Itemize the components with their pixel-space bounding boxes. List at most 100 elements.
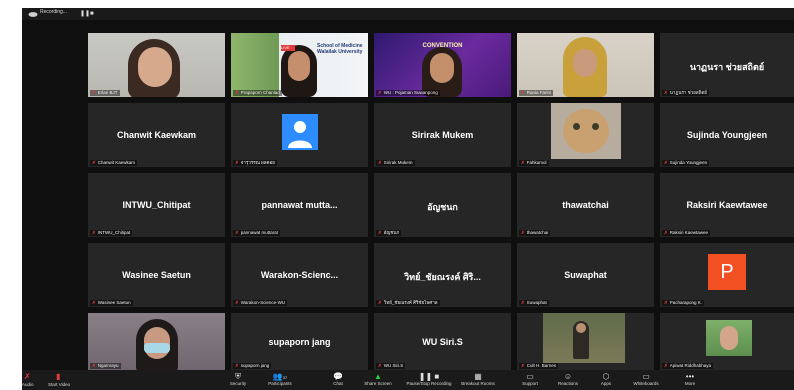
pause-stop-recording-button[interactable]: ❚❚ ■ Pause/Stop Recording <box>404 372 454 387</box>
participant-video: CONVENTION <box>374 33 511 97</box>
participant-name: นาฏนรา ช่วยสถิตย์ <box>689 61 765 72</box>
profile-picture <box>281 114 318 151</box>
video-tile[interactable]: CONVENTION ✗ WU : Pojaman Suwanpong <box>374 33 511 97</box>
participant-tile[interactable]: pannawat mutta... ✗ pannawat muttarat <box>231 173 368 237</box>
chat-button[interactable]: 💬 Chat <box>318 372 358 387</box>
tile-label: ✗ อัญชนก <box>376 230 402 236</box>
participant-video <box>706 320 752 356</box>
mic-muted-icon: ✗ <box>378 160 382 165</box>
mic-muted-icon: ✗ <box>664 363 668 368</box>
whiteboard-icon: ▭ <box>642 372 650 381</box>
mic-muted-icon: ✗ <box>92 300 96 305</box>
security-button[interactable]: ⛨ Security <box>218 372 258 387</box>
audio-label[interactable]: Audio <box>22 382 34 387</box>
mic-muted-icon: ✗ <box>92 230 96 235</box>
mic-muted-icon: ✗ <box>378 230 382 235</box>
participants-icon: 👥37 <box>272 372 288 381</box>
participant-tile[interactable]: INTWU_Chitipat ✗ INTWU_Chitipat <box>88 173 225 237</box>
participant-name: Wasinee Saetun <box>122 269 191 280</box>
video-tile[interactable]: ✗ Cult H. Barnes <box>517 313 654 370</box>
start-video-label[interactable]: Start Video <box>48 382 70 387</box>
tile-label: ✗ Apiwat Riddhabhaya <box>662 363 714 369</box>
tile-label: ✗ จารุวรรณ ผลคอย <box>233 160 277 166</box>
participant-tile[interactable]: วิทย์_ชัยณรงค์ ศิริ... ✗ วิทย์_ชัยณรงค์ ศ… <box>374 243 511 307</box>
recording-status: Recording... <box>40 9 67 15</box>
tile-label: ✗ WU : Pojaman Suwanpong <box>376 90 440 96</box>
mic-muted-icon: ✗ <box>521 90 525 95</box>
recording-cloud-icon <box>28 12 38 17</box>
video-tile[interactable]: ✗ Ngamrayu <box>88 313 225 370</box>
tile-label: ✗ INTWU_Chitipat <box>90 230 133 236</box>
participant-name: Sujinda Youngjeen <box>686 129 768 140</box>
participant-tile[interactable]: supaporn jang ✗ supaporn jang <box>231 313 368 370</box>
person-icon <box>287 121 312 149</box>
video-tile[interactable]: ✗ Apiwat Riddhabhaya <box>660 313 794 370</box>
tile-label: ✗ Sirirak Mukem <box>376 160 415 166</box>
mic-muted-icon: ✗ <box>235 300 239 305</box>
share-screen-button[interactable]: ▲ Share Screen <box>358 372 398 387</box>
participant-tile[interactable]: Warakon-Scienc... ✗ Warakon-Science-WU <box>231 243 368 307</box>
participant-video <box>517 33 654 97</box>
tile-label: ✗ WU Siri.S <box>376 363 406 369</box>
participant-tile[interactable]: Sirirak Mukem ✗ Sirirak Mukem <box>374 103 511 167</box>
video-tile[interactable]: ✗ Erlan BJT <box>88 33 225 97</box>
tile-label: ✗ thawatchai <box>519 230 551 236</box>
participant-tile[interactable]: Wasinee Saetun ✗ Wasinee Saetun <box>88 243 225 307</box>
participant-tile[interactable]: WU Siri.S ✗ WU Siri.S <box>374 313 511 370</box>
meeting-toolbar: ✗ Audio ▮ Start Video ⛨ Security 👥37 Parti… <box>22 370 794 390</box>
tile-label: ✗ วิทย์_ชัยณรงค์ ศิริชัยไพศาล <box>376 300 440 306</box>
participant-name: วิทย์_ชัยณรงค์ ศิริ... <box>404 271 481 282</box>
mic-muted-icon: ✗ <box>664 160 668 165</box>
participant-video <box>551 103 621 159</box>
tile-label: ✗ pannawat muttarat <box>233 230 281 236</box>
participant-tile[interactable]: ✗ จารุวรรณ ผลคอย <box>231 103 368 167</box>
participant-name: Suwaphat <box>564 269 607 280</box>
participants-button[interactable]: 👥37 Participants <box>260 372 300 387</box>
mic-muted-icon: ✗ <box>235 363 239 368</box>
share-screen-icon: ▲ <box>374 372 382 381</box>
mic-muted-icon: ✗ <box>235 160 239 165</box>
participant-tile[interactable]: อัญชนก ✗ อัญชนก <box>374 173 511 237</box>
video-off-icon[interactable]: ▮ <box>56 372 60 381</box>
video-tile[interactable]: LIVE School of Medicine Walailak Univers… <box>231 33 368 97</box>
more-button[interactable]: ••• More <box>670 372 710 387</box>
support-button[interactable]: ▭ Support <box>510 372 550 387</box>
participant-tile[interactable]: Suwaphat ✗ Suwaphat <box>517 243 654 307</box>
participant-name: pannawat mutta... <box>261 199 338 210</box>
mic-muted-icon: ✗ <box>235 230 239 235</box>
tile-label: ✗ Pacharapong K. <box>662 300 705 306</box>
mic-muted-icon: ✗ <box>521 300 525 305</box>
whiteboards-button[interactable]: ▭ Whiteboards <box>626 372 666 387</box>
tile-label: ✗ Erlan BJT <box>90 90 120 96</box>
pause-recording-icon[interactable]: ❚❚ <box>80 10 90 18</box>
tile-label: ✗ Chanwit Kaewkam <box>90 160 138 166</box>
video-tile[interactable]: ✗ Rania Farim <box>517 33 654 97</box>
participant-tile[interactable]: thawatchai ✗ thawatchai <box>517 173 654 237</box>
breakout-rooms-button[interactable]: ▦ Breakout Rooms <box>456 372 500 387</box>
more-icon: ••• <box>685 372 695 381</box>
mic-muted-icon: ✗ <box>235 90 239 95</box>
participant-name: Warakon-Scienc... <box>260 269 339 280</box>
participant-tile[interactable]: นาฏนรา ช่วยสถิตย์ ✗ นาฏนรา ช่วยสถิตย์ <box>660 33 794 97</box>
tile-label: ✗ Sujinda Youngjeen <box>662 160 710 166</box>
participant-tile[interactable]: P ✗ Pacharapong K. <box>660 243 794 307</box>
stop-recording-icon[interactable]: ■ <box>90 10 94 18</box>
chat-icon: 💬 <box>333 372 343 381</box>
mic-muted-icon: ✗ <box>378 300 382 305</box>
mic-muted-icon[interactable]: ✗ <box>24 372 31 381</box>
participant-tile[interactable]: Raksiri Kaewtawee ✗ Raksiri Kaewtawee <box>660 173 794 237</box>
video-tile[interactable]: ✗ Fahkamol <box>517 103 654 167</box>
participant-tile[interactable]: Sujinda Youngjeen ✗ Sujinda Youngjeen <box>660 103 794 167</box>
mic-muted-icon: ✗ <box>92 363 96 368</box>
participant-tile[interactable]: Chanwit Kaewkam ✗ Chanwit Kaewkam <box>88 103 225 167</box>
participant-name: thawatchai <box>562 199 609 210</box>
recording-icon: ❚❚ ■ <box>418 372 440 381</box>
mic-muted-icon: ✗ <box>378 363 382 368</box>
gallery-grid: ✗ Erlan BJT LIVE School of Medicine Walai… <box>22 20 794 370</box>
reactions-button[interactable]: ☺ Reactions <box>548 372 588 387</box>
tile-label: ✗ นาฏนรา ช่วยสถิตย์ <box>662 90 709 96</box>
apps-button[interactable]: ⬡ Apps <box>586 372 626 387</box>
participant-video <box>88 313 225 370</box>
participant-name: INTWU_Chitipat <box>122 199 191 210</box>
tile-label: ✗ Prapaporn Chanlad <box>233 90 282 96</box>
